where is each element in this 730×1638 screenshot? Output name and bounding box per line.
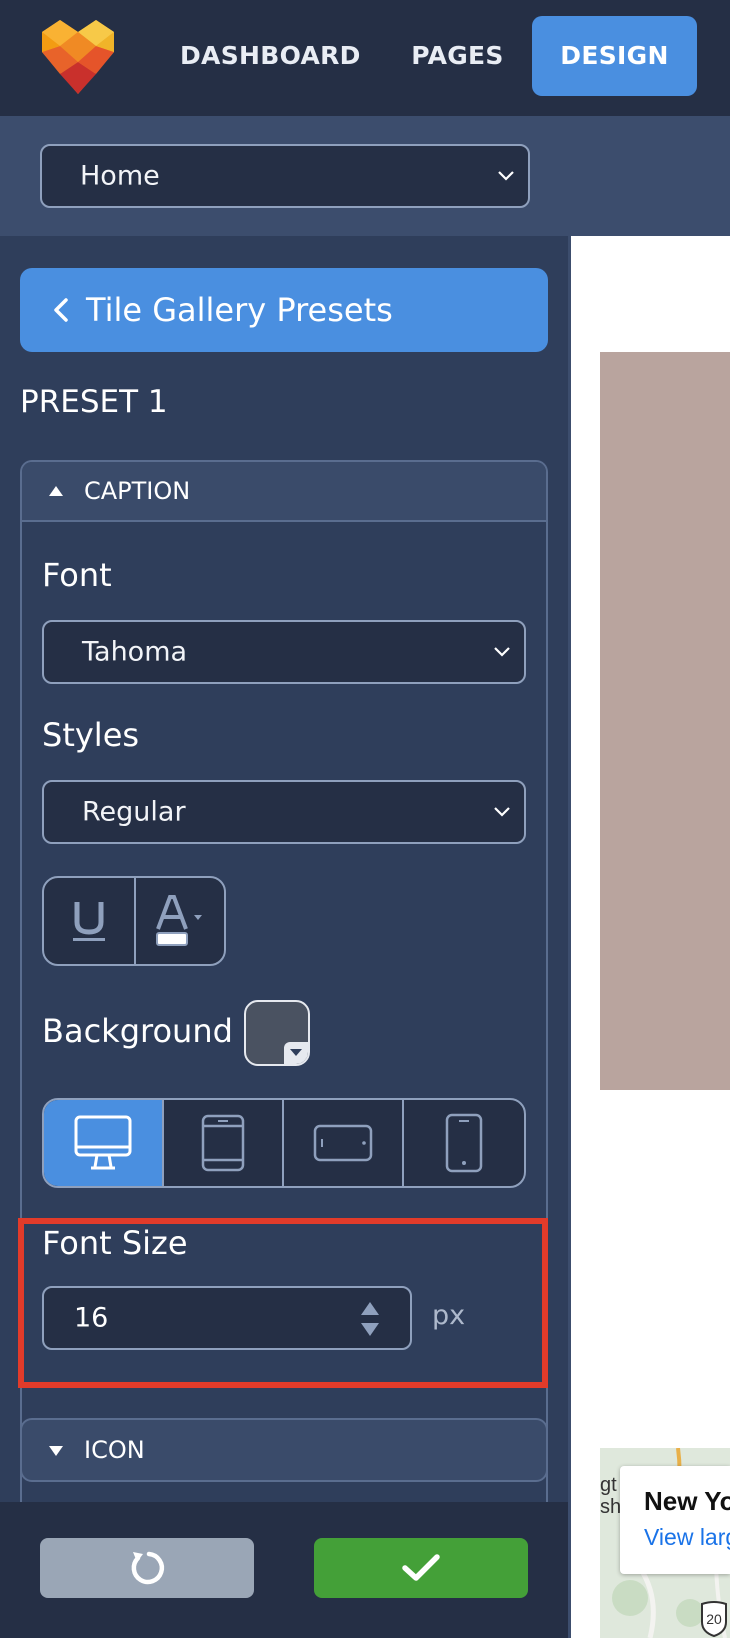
- text-format-group: [42, 876, 226, 966]
- chevron-down-icon: [498, 171, 514, 181]
- preview-image: [600, 352, 730, 1090]
- nav-design[interactable]: DESIGN: [532, 16, 697, 96]
- map-info-card: New Yo View larg: [620, 1466, 730, 1574]
- logo-icon[interactable]: [38, 16, 118, 96]
- view-larger-map-link[interactable]: View larg: [644, 1524, 730, 1551]
- icon-section-title: ICON: [84, 1436, 145, 1464]
- underline-button[interactable]: [44, 878, 136, 964]
- page-select-value: Home: [80, 160, 160, 192]
- stepper-arrows-icon[interactable]: [360, 1300, 380, 1338]
- device-phone-button[interactable]: [404, 1100, 524, 1186]
- page-select[interactable]: Home: [40, 144, 530, 208]
- desktop-icon: [74, 1115, 132, 1170]
- reset-icon: [131, 1551, 165, 1585]
- chevron-left-icon: [54, 298, 68, 322]
- map-edge-label: gt shi: [600, 1474, 622, 1518]
- preset-title: PRESET 1: [20, 384, 168, 420]
- reset-button[interactable]: [40, 1538, 254, 1598]
- font-size-input[interactable]: 16: [42, 1286, 412, 1350]
- nav-dashboard[interactable]: DASHBOARD: [180, 16, 360, 96]
- font-size-unit: px: [432, 1300, 466, 1331]
- device-tablet-landscape-button[interactable]: [284, 1100, 404, 1186]
- font-label: Font: [42, 556, 112, 594]
- font-size-value: 16: [74, 1302, 109, 1334]
- styles-select[interactable]: Regular: [42, 780, 526, 844]
- top-navigation: DASHBOARD PAGES DESIGN: [0, 0, 730, 116]
- panel-divider: [568, 236, 571, 1638]
- text-color-button[interactable]: [136, 878, 224, 964]
- triangle-down-icon: [49, 1446, 63, 1456]
- back-to-presets-button[interactable]: Tile Gallery Presets: [20, 268, 548, 352]
- font-size-label: Font Size: [42, 1224, 188, 1262]
- text-color-icon: [156, 895, 202, 946]
- device-tablet-button[interactable]: [164, 1100, 284, 1186]
- background-label: Background: [42, 1012, 233, 1050]
- background-color-swatch[interactable]: [244, 1000, 310, 1066]
- underline-icon: [73, 902, 105, 941]
- tablet-icon: [201, 1114, 245, 1172]
- nav-pages[interactable]: PAGES: [400, 16, 515, 96]
- back-button-label: Tile Gallery Presets: [86, 291, 393, 329]
- device-desktop-button[interactable]: [44, 1100, 164, 1186]
- map-place-title: New Yo: [644, 1486, 730, 1516]
- caption-section-header[interactable]: CAPTION: [22, 462, 546, 522]
- font-select[interactable]: Tahoma: [42, 620, 526, 684]
- caption-section-title: CAPTION: [84, 477, 191, 505]
- phone-icon: [445, 1113, 483, 1173]
- chevron-down-icon: [494, 647, 510, 657]
- route-number: 20: [706, 1611, 722, 1627]
- swatch-dropdown: [284, 1042, 308, 1064]
- device-selector: [42, 1098, 526, 1188]
- tablet-landscape-icon: [313, 1124, 373, 1162]
- styles-label: Styles: [42, 716, 140, 754]
- icon-section-header[interactable]: ICON: [20, 1418, 548, 1482]
- route-shield-icon: 20: [698, 1600, 730, 1638]
- caret-down-icon: [290, 1049, 302, 1056]
- chevron-down-icon: [494, 807, 510, 817]
- check-icon: [402, 1554, 440, 1581]
- apply-button[interactable]: [314, 1538, 528, 1598]
- styles-select-value: Regular: [82, 796, 186, 828]
- font-select-value: Tahoma: [82, 636, 188, 668]
- triangle-up-icon: [49, 486, 63, 496]
